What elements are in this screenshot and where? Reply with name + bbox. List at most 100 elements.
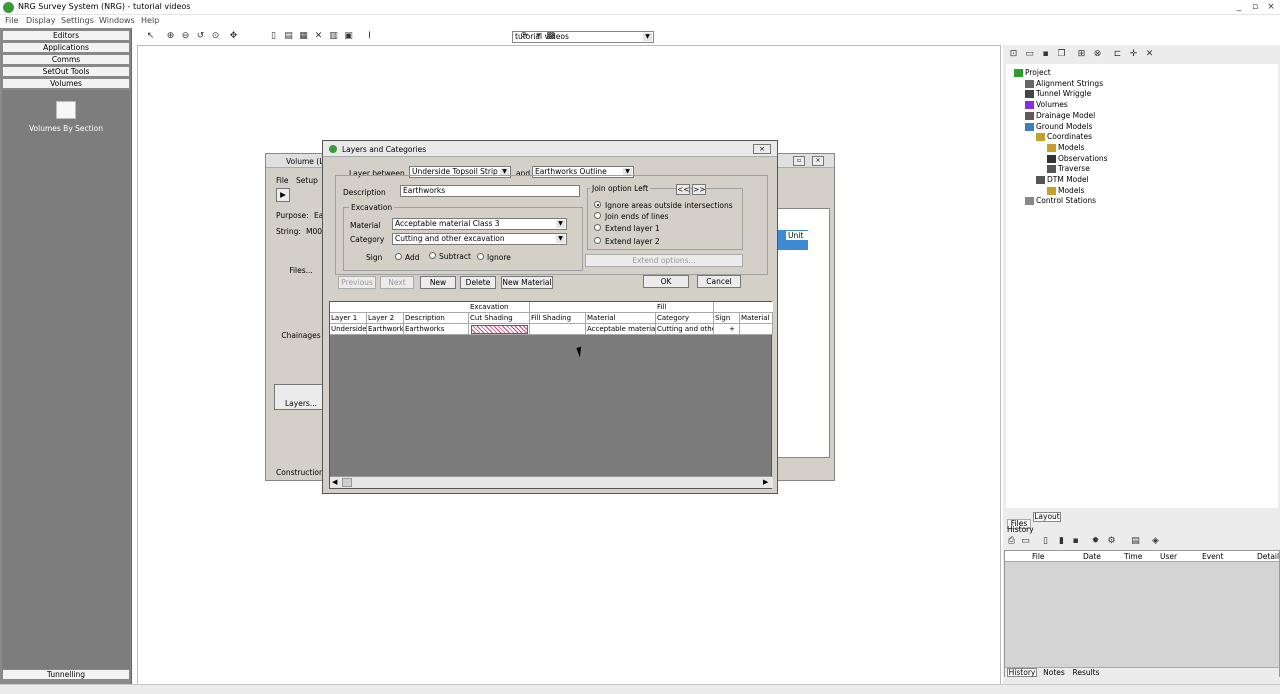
menu-windows[interactable]: Windows [99, 16, 135, 25]
description-field[interactable]: Earthworks [400, 185, 580, 197]
select-icon[interactable]: ⊏ [1111, 48, 1124, 61]
pan-icon[interactable]: ✥ [227, 30, 240, 43]
sign-add-radio[interactable] [395, 253, 402, 260]
close-icon[interactable]: × [753, 144, 771, 154]
cell-fill-shading[interactable] [530, 324, 586, 335]
zoom-previous-icon[interactable]: ↺ [194, 30, 207, 43]
cart-icon[interactable]: ⊞ [1075, 48, 1088, 61]
material-select[interactable]: Acceptable material Class 3 ▼ [392, 218, 567, 230]
volume-menu-setup[interactable]: Setup [296, 176, 318, 185]
tree-item[interactable]: Traverse [1047, 164, 1090, 174]
tree-item[interactable]: Observations [1047, 154, 1108, 163]
category-select[interactable]: Cutting and other excavation ▼ [392, 233, 567, 245]
cell-description[interactable]: Earthworks [404, 324, 469, 335]
extend-layer2-label[interactable]: Extend layer 2 [605, 237, 660, 246]
move-icon[interactable]: ✛ [1127, 48, 1140, 61]
tab-layout[interactable]: Layout [1033, 512, 1061, 522]
refresh-icon[interactable]: ⟳ [518, 30, 531, 43]
tree-item[interactable]: Tunnel Wriggle [1025, 89, 1091, 99]
left-button-applications[interactable]: Applications [2, 42, 130, 53]
left-button-editors[interactable]: Editors [2, 30, 130, 41]
play-icon[interactable]: ▶ [276, 188, 290, 202]
document-icon[interactable]: ▯ [1039, 535, 1052, 548]
tab-history[interactable]: History [1007, 668, 1037, 677]
gear-icon[interactable]: ✹ [1089, 535, 1102, 548]
minimize-icon[interactable]: _ [1234, 2, 1244, 12]
sign-ignore-label[interactable]: Ignore [487, 253, 511, 262]
delete-button[interactable]: Delete [460, 276, 496, 289]
sign-subtract-label[interactable]: Subtract [439, 252, 471, 261]
extend-layer1-label[interactable]: Extend layer 1 [605, 224, 660, 233]
extend-options-button[interactable]: Extend options... [585, 254, 743, 267]
extend-layer2-radio[interactable] [594, 237, 601, 244]
tree-item[interactable]: Ground Models [1025, 122, 1092, 131]
next-button[interactable]: Next [380, 276, 414, 289]
preview-icon[interactable]: ▤ [1129, 535, 1142, 548]
maximize-icon[interactable]: ▫ [793, 156, 805, 166]
menu-settings[interactable]: Settings [61, 16, 94, 25]
tree-item[interactable]: Coordinates [1036, 132, 1092, 142]
scroll-right-icon[interactable]: ▶ [763, 478, 768, 486]
pointer-icon[interactable]: ↖ [144, 30, 157, 43]
delete-icon[interactable]: ⊗ [1091, 48, 1104, 61]
left-button-comms[interactable]: Comms [2, 54, 130, 65]
sign-subtract-radio[interactable] [429, 252, 436, 259]
tree-item[interactable]: Drainage Model [1025, 111, 1095, 120]
volume-files-button[interactable]: Files... [278, 266, 324, 275]
new-icon[interactable]: ▯ [267, 30, 280, 43]
zoom-in-icon[interactable]: ⊕ [164, 30, 177, 43]
save-icon[interactable]: ▪ [1039, 48, 1052, 61]
previous-side-button[interactable]: << [676, 184, 690, 195]
previous-button[interactable]: Previous [338, 276, 376, 289]
join-ignore-radio[interactable] [594, 201, 601, 208]
scroll-left-icon[interactable]: ◀ [332, 478, 337, 486]
folder-icon[interactable]: ▭ [1023, 48, 1036, 61]
chevron-down-icon[interactable]: ▼ [556, 235, 565, 243]
tree-item[interactable]: Alignment Strings [1025, 79, 1103, 88]
scroll-thumb[interactable] [342, 478, 352, 487]
close-icon[interactable]: × [1266, 2, 1276, 12]
tree-item[interactable]: Project [1014, 68, 1051, 77]
map-icon[interactable]: ▩ [544, 30, 557, 43]
sign-ignore-radio[interactable] [477, 253, 484, 260]
tag-icon[interactable]: ◈ [1149, 535, 1162, 548]
cell-material-fill[interactable] [740, 324, 773, 335]
zoom-out-icon[interactable]: ⊖ [179, 30, 192, 43]
cross-icon[interactable]: ✕ [312, 30, 325, 43]
text-icon[interactable]: I [363, 30, 376, 43]
menu-help[interactable]: Help [141, 16, 159, 25]
tab-results[interactable]: Results [1071, 668, 1101, 677]
grid-horizontal-scrollbar[interactable]: ◀ ▶ [330, 476, 773, 488]
layers-grid[interactable]: Excavation Fill Layer 1 Layer 2 Descript… [329, 301, 773, 489]
left-button-volumes[interactable]: Volumes [2, 78, 130, 89]
tree-item[interactable]: Control Stations [1025, 196, 1096, 206]
volume-chainages-button[interactable]: Chainages [278, 331, 324, 340]
cell-category[interactable]: Cutting and other [656, 324, 714, 335]
volumes-by-section-label[interactable]: Volumes By Section [16, 124, 116, 133]
copy-icon[interactable]: ❐ [1055, 48, 1068, 61]
open-folder-icon[interactable]: ⊡ [1007, 48, 1020, 61]
volume-menu-file[interactable]: File [276, 176, 289, 185]
table-icon[interactable]: ▦ [297, 30, 310, 43]
join-ends-label[interactable]: Join ends of lines [605, 212, 669, 221]
next-side-button[interactable]: >> [692, 184, 706, 195]
settings-icon[interactable]: ⚙ [1105, 535, 1118, 548]
extend-layer1-radio[interactable] [594, 224, 601, 231]
print-icon[interactable]: ⎙ [1005, 535, 1018, 548]
tree-item[interactable]: Models [1047, 186, 1084, 195]
chart-icon[interactable]: ▥ [327, 30, 340, 43]
cell-sign[interactable]: + [714, 324, 740, 335]
cut-shading-pattern[interactable] [471, 325, 528, 334]
cell-material[interactable]: Acceptable material C [586, 324, 656, 335]
join-ignore-label[interactable]: Ignore areas outside intersections [605, 201, 733, 210]
new-button[interactable]: New [420, 276, 456, 289]
tab-notes[interactable]: Notes [1041, 668, 1067, 677]
list-icon[interactable]: ▤ [282, 30, 295, 43]
join-ends-radio[interactable] [594, 212, 601, 219]
sign-add-label[interactable]: Add [405, 253, 420, 262]
cell-layer2[interactable]: Earthwork [367, 324, 404, 335]
close-icon[interactable]: ✕ [1143, 48, 1156, 61]
chevron-down-icon[interactable]: ▼ [643, 33, 652, 41]
view-icon[interactable]: ▣ [342, 30, 355, 43]
maximize-icon[interactable]: ▫ [1250, 2, 1260, 12]
